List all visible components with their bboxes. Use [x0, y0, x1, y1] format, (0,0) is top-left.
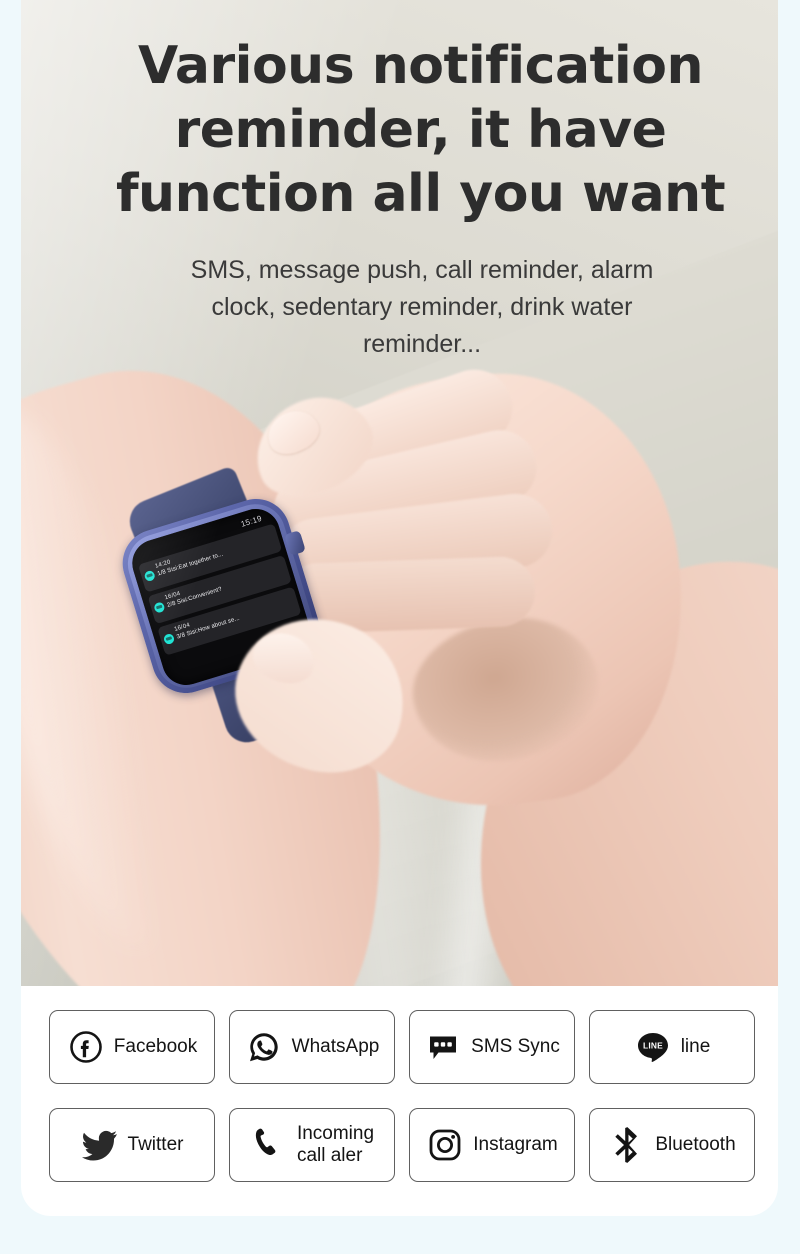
feature-card-facebook[interactable]: Facebook: [49, 1010, 215, 1084]
supported-apps-grid: Facebook WhatsApp SMS Sync LINE line Twi…: [49, 1010, 755, 1182]
feature-card-twitter[interactable]: Twitter: [49, 1108, 215, 1182]
feature-card-whatsapp[interactable]: WhatsApp: [229, 1010, 395, 1084]
subtitle-line: clock, sedentary reminder, drink water: [211, 293, 633, 321]
phone-handset-icon: [250, 1126, 288, 1164]
feature-card-incoming-call[interactable]: Incoming call aler: [229, 1108, 395, 1182]
feature-card-label: Bluetooth: [655, 1134, 736, 1155]
sms-bubble-icon: [424, 1028, 462, 1066]
bluetooth-icon: [608, 1126, 646, 1164]
feature-card-label: SMS Sync: [471, 1036, 560, 1057]
feature-card-label: WhatsApp: [291, 1036, 380, 1057]
headline-line: reminder, it have: [174, 100, 667, 160]
headline-line: function all you want: [115, 164, 726, 224]
facebook-icon: [67, 1028, 105, 1066]
feature-card-label: Incoming call aler: [296, 1123, 375, 1166]
page-title: Various notification reminder, it have f…: [42, 34, 778, 226]
supported-apps-panel: Facebook WhatsApp SMS Sync LINE line Twi…: [21, 986, 778, 1216]
feature-card-line[interactable]: LINE line: [589, 1010, 755, 1084]
feature-card-label: Twitter: [127, 1134, 184, 1155]
feature-card-label: Instagram: [473, 1134, 558, 1155]
feature-card-instagram[interactable]: Instagram: [409, 1108, 575, 1182]
message-app-icon: [143, 569, 156, 583]
hero-photo: 15:19 14:20 1/8 Sisi:Eat together to... …: [21, 0, 778, 986]
feature-card-label: Facebook: [113, 1036, 198, 1057]
product-feature-page: 15:19 14:20 1/8 Sisi:Eat together to... …: [0, 0, 800, 1254]
whatsapp-icon: [245, 1028, 283, 1066]
svg-text:LINE: LINE: [643, 1041, 663, 1051]
headline-line: Various notification: [138, 36, 703, 96]
feature-card-label: line: [680, 1036, 711, 1057]
subtitle-line: SMS, message push, call reminder, alarm: [190, 256, 654, 284]
feature-card-sms-sync[interactable]: SMS Sync: [409, 1010, 575, 1084]
line-icon: LINE: [634, 1028, 672, 1066]
twitter-bird-icon: [81, 1126, 119, 1164]
message-app-icon: [153, 601, 166, 614]
feature-card-bluetooth[interactable]: Bluetooth: [589, 1108, 755, 1182]
subtitle-line: reminder...: [362, 330, 482, 358]
page-subtitle: SMS, message push, call reminder, alarm …: [139, 252, 705, 363]
message-app-icon: [162, 632, 176, 646]
instagram-icon: [426, 1126, 464, 1164]
